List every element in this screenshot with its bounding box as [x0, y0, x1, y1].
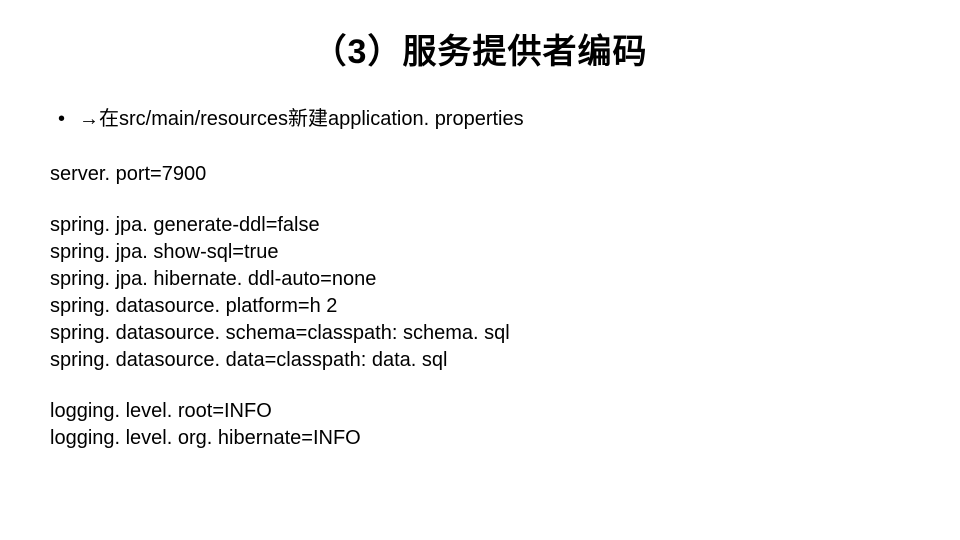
properties-block-1: server. port=7900: [50, 161, 910, 188]
config-line: spring. datasource. data=classpath: data…: [50, 347, 910, 374]
properties-block-3: logging. level. root=INFO logging. level…: [50, 398, 910, 452]
config-line: spring. jpa. hibernate. ddl-auto=none: [50, 266, 910, 293]
config-line: logging. level. root=INFO: [50, 398, 910, 425]
config-line: server. port=7900: [50, 161, 910, 188]
config-line: spring. datasource. schema=classpath: sc…: [50, 320, 910, 347]
config-line: spring. datasource. platform=h 2: [50, 293, 910, 320]
slide-title: （3）服务提供者编码: [50, 24, 910, 73]
bullet-item: • →在src/main/resources新建application. pro…: [58, 105, 910, 133]
properties-block-2: spring. jpa. generate-ddl=false spring. …: [50, 212, 910, 374]
bullet-text: →在src/main/resources新建application. prope…: [79, 105, 524, 133]
bullet-marker-icon: •: [58, 105, 65, 133]
config-line: spring. jpa. generate-ddl=false: [50, 212, 910, 239]
config-line: spring. jpa. show-sql=true: [50, 239, 910, 266]
config-line: logging. level. org. hibernate=INFO: [50, 425, 910, 452]
